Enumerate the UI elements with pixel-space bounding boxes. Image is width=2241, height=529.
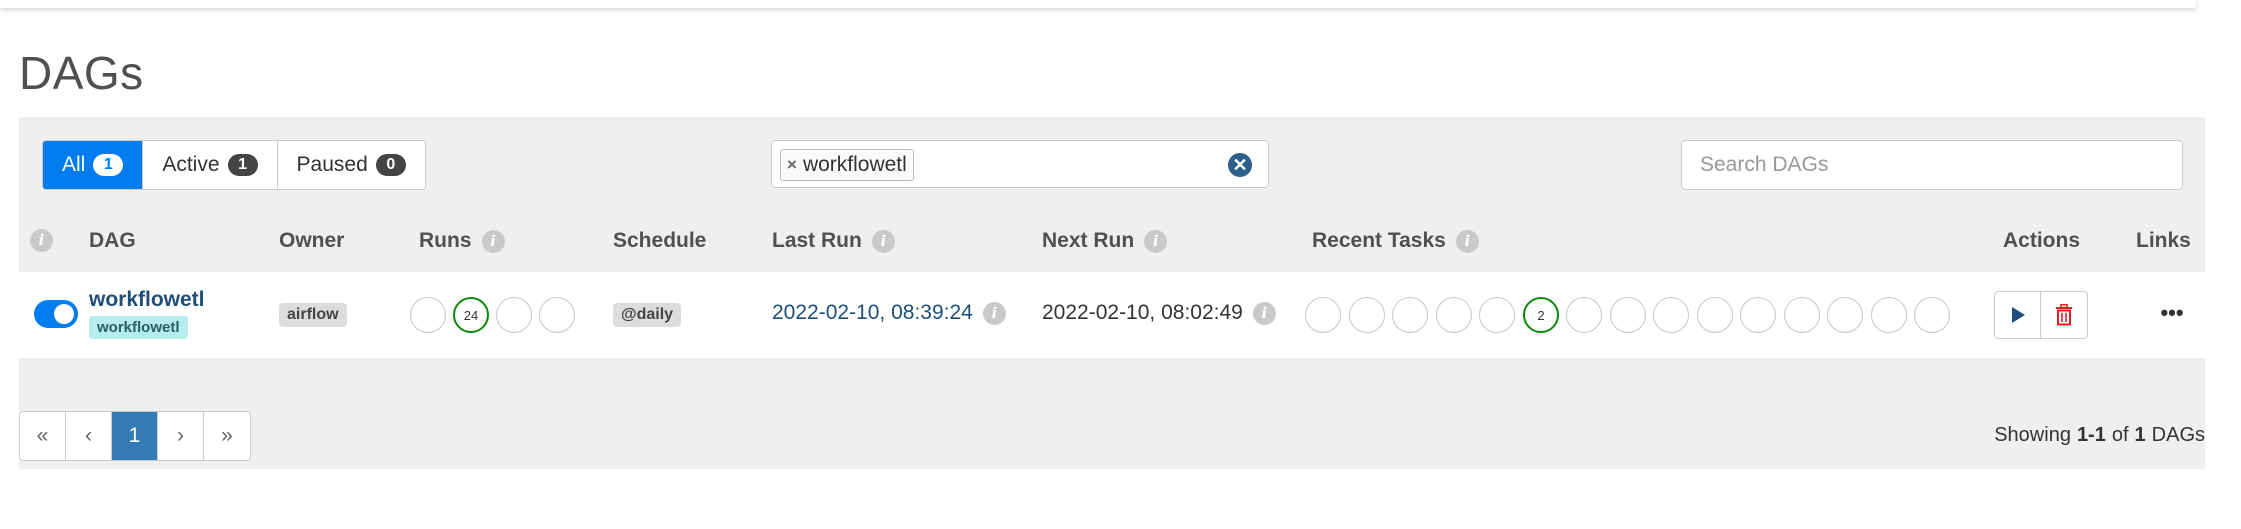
task-state-circle[interactable] [1697, 297, 1733, 333]
info-icon[interactable]: i [1455, 229, 1479, 253]
next-page-button[interactable]: › [158, 412, 204, 460]
info-icon[interactable]: i [982, 301, 1006, 325]
header-dag[interactable]: DAG [89, 229, 136, 253]
header-owner[interactable]: Owner [279, 229, 344, 253]
task-state-circle[interactable]: 2 [1523, 297, 1559, 333]
table-row: workflowetl workflowetl airflow 24 @dail… [19, 272, 2205, 358]
filter-active-button[interactable]: Active 1 [143, 141, 278, 189]
dags-panel: All 1 Active 1 Paused 0 × workflowetl ✕ … [19, 117, 2205, 469]
task-state-circle[interactable] [1827, 297, 1863, 333]
summary-total: 1 [2134, 423, 2146, 446]
owner-badge[interactable]: airflow [279, 303, 347, 327]
summary-range: 1-1 [2076, 423, 2106, 446]
summary-prefix: Showing [1994, 423, 2071, 446]
trigger-dag-button[interactable] [1995, 292, 2041, 338]
header-owner-label: Owner [279, 229, 345, 252]
header-next-run-label: Next Run [1042, 229, 1135, 252]
top-navbar [0, 0, 2196, 8]
dag-link[interactable]: workflowetl [89, 288, 205, 312]
header-next-run: Next Run i [1042, 229, 1168, 253]
task-state-circle[interactable] [1436, 297, 1472, 333]
remove-tag-icon[interactable]: × [787, 155, 797, 175]
filter-active-label: Active [162, 153, 220, 176]
header-actions-label: Actions [2003, 229, 2081, 252]
links-menu-button[interactable]: ••• [2155, 296, 2189, 330]
header-recent-tasks: Recent Tasks i [1312, 229, 1479, 253]
info-icon[interactable]: i [871, 229, 895, 253]
ellipsis-icon: ••• [2160, 300, 2184, 325]
task-state-circle[interactable] [1349, 297, 1385, 333]
task-state-circle[interactable] [1653, 297, 1689, 333]
header-recent-tasks-label: Recent Tasks [1312, 229, 1446, 252]
task-state-circle[interactable] [1305, 297, 1341, 333]
header-last-run-label: Last Run [772, 229, 862, 252]
header-active-info: i [30, 229, 53, 252]
info-icon[interactable]: i [1252, 301, 1276, 325]
trash-icon [2056, 304, 2072, 326]
filter-all-count: 1 [93, 154, 124, 176]
last-page-button[interactable]: » [204, 412, 250, 460]
tag-filter-select[interactable]: × workflowetl ✕ [771, 140, 1269, 188]
pagination: « ‹ 1 › » [19, 411, 251, 461]
last-run-link[interactable]: 2022-02-10, 08:39:24 [772, 301, 973, 325]
filter-paused-label: Paused [296, 153, 368, 176]
run-state-circle[interactable] [496, 297, 532, 333]
prev-page-button[interactable]: ‹ [66, 412, 112, 460]
info-icon[interactable]: i [30, 229, 53, 252]
task-state-circle[interactable] [1914, 297, 1950, 333]
header-schedule-label: Schedule [613, 229, 707, 252]
status-filter-group: All 1 Active 1 Paused 0 [42, 140, 426, 190]
header-runs: Runs i [419, 229, 505, 253]
tag-chip-label: workflowetl [802, 153, 907, 176]
header-dag-label: DAG [89, 229, 136, 252]
filter-paused-count: 0 [375, 154, 406, 176]
summary-suffix: DAGs [2151, 423, 2205, 446]
next-run-value: 2022-02-10, 08:02:49 [1042, 301, 1243, 324]
task-state-circle[interactable] [1479, 297, 1515, 333]
header-links-label: Links [2136, 229, 2191, 252]
run-state-circle[interactable] [539, 297, 575, 333]
current-page-button[interactable]: 1 [112, 412, 158, 460]
task-state-circle[interactable] [1784, 297, 1820, 333]
run-state-circle[interactable]: 24 [453, 297, 489, 333]
dag-pause-toggle[interactable] [34, 300, 78, 328]
next-run-cell: 2022-02-10, 08:02:49 i [1042, 301, 1276, 325]
last-run-cell: 2022-02-10, 08:39:24 i [772, 301, 1006, 325]
filter-all-label: All [62, 153, 86, 176]
first-page-button[interactable]: « [20, 412, 66, 460]
info-icon[interactable]: i [481, 229, 505, 253]
header-links: Links [2136, 229, 2191, 253]
filter-all-button[interactable]: All 1 [43, 141, 144, 189]
tag-filter-chip: × workflowetl [780, 149, 914, 181]
dag-actions [1994, 291, 2088, 339]
info-icon[interactable]: i [1144, 229, 1168, 253]
schedule-badge[interactable]: @daily [613, 303, 682, 327]
play-icon [2011, 307, 2025, 323]
filter-paused-button[interactable]: Paused 0 [277, 141, 425, 189]
header-runs-label: Runs [419, 229, 472, 252]
page-title: DAGs [19, 47, 144, 99]
summary-of: of [2111, 423, 2129, 446]
clear-icon[interactable]: ✕ [1228, 153, 1252, 177]
dag-tag-badge[interactable]: workflowetl [89, 316, 188, 339]
header-schedule: Schedule [613, 229, 706, 253]
task-state-circle[interactable] [1566, 297, 1602, 333]
task-state-circle[interactable] [1871, 297, 1907, 333]
search-input[interactable] [1681, 140, 2183, 190]
results-summary: Showing 1-1 of 1 DAGs [1994, 411, 2205, 459]
task-state-circle[interactable] [1610, 297, 1646, 333]
filter-active-count: 1 [227, 154, 258, 176]
header-actions: Actions [2003, 229, 2080, 253]
task-state-circle[interactable] [1740, 297, 1776, 333]
header-last-run: Last Run i [772, 229, 895, 253]
run-state-circle[interactable] [410, 297, 446, 333]
delete-dag-button[interactable] [2041, 292, 2087, 338]
task-state-circle[interactable] [1392, 297, 1428, 333]
